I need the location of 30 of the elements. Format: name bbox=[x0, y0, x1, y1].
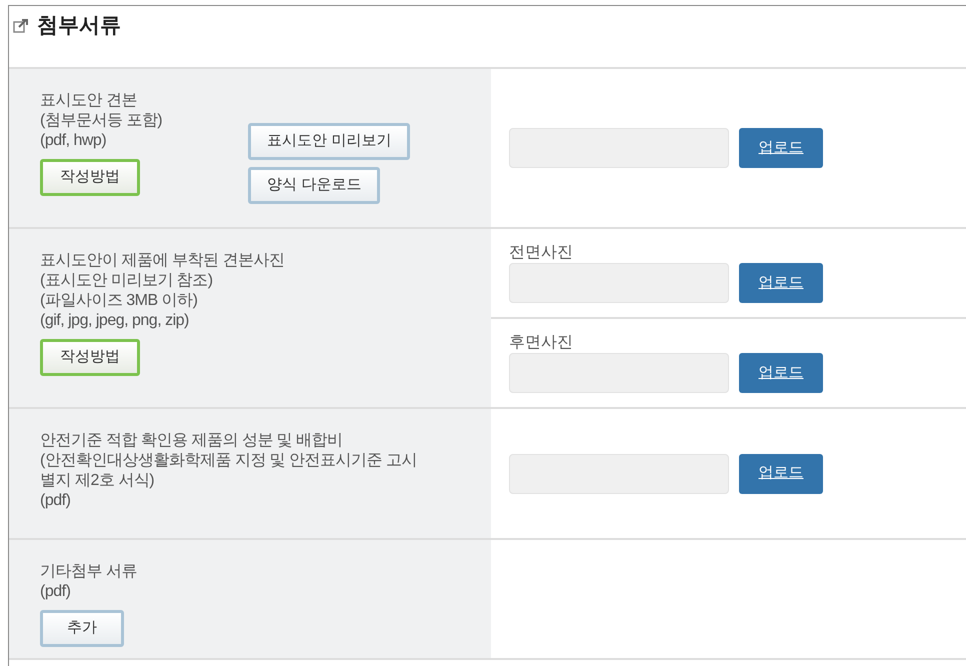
document-label: (gif, jpg, jpeg, png, zip) bbox=[40, 311, 190, 331]
document-label: (pdf, hwp) bbox=[40, 131, 108, 151]
document-label: 기타첨부 서류 bbox=[40, 562, 137, 582]
file-field[interactable] bbox=[509, 263, 729, 303]
guide-button[interactable]: 작성방법 bbox=[40, 159, 140, 196]
upload-button[interactable]: 업로드 bbox=[739, 454, 823, 494]
file-field[interactable] bbox=[509, 353, 729, 393]
document-label: 안전기준 적합 확인용 제품의 성분 및 배합비 bbox=[40, 431, 344, 451]
section-title: 첨부서류 bbox=[37, 12, 121, 39]
document-label: 표시도안 견본 bbox=[40, 91, 138, 111]
upload-button[interactable]: 업로드 bbox=[739, 263, 823, 303]
document-label: (pdf) bbox=[40, 582, 72, 602]
photo-caption: 후면사진 bbox=[509, 333, 574, 353]
form-button[interactable]: 표시도안 미리보기 bbox=[248, 123, 410, 160]
document-label: (첨부문서등 포함) bbox=[40, 111, 162, 131]
form-button[interactable]: 추가 bbox=[40, 610, 124, 647]
document-label: (pdf) bbox=[40, 491, 72, 511]
upload-button[interactable]: 업로드 bbox=[739, 128, 823, 168]
form-button[interactable]: 양식 다운로드 bbox=[248, 167, 380, 204]
file-field[interactable] bbox=[509, 128, 729, 168]
document-label: 별지 제2호 서식) bbox=[40, 471, 156, 491]
file-field[interactable] bbox=[509, 454, 729, 494]
document-label: (표시도안 미리보기 참조) bbox=[40, 271, 214, 291]
document-label: 표시도안이 제품에 부착된 견본사진 bbox=[40, 251, 284, 271]
document-label: (파일사이즈 3MB 이하) bbox=[40, 291, 198, 311]
upload-button[interactable]: 업로드 bbox=[739, 353, 823, 393]
guide-button[interactable]: 작성방법 bbox=[40, 339, 140, 376]
document-label: (안전확인대상생활화학제품 지정 및 안전표시기준 고시 bbox=[40, 451, 418, 471]
photo-caption: 전면사진 bbox=[509, 243, 574, 263]
external-link-icon bbox=[13, 18, 29, 32]
